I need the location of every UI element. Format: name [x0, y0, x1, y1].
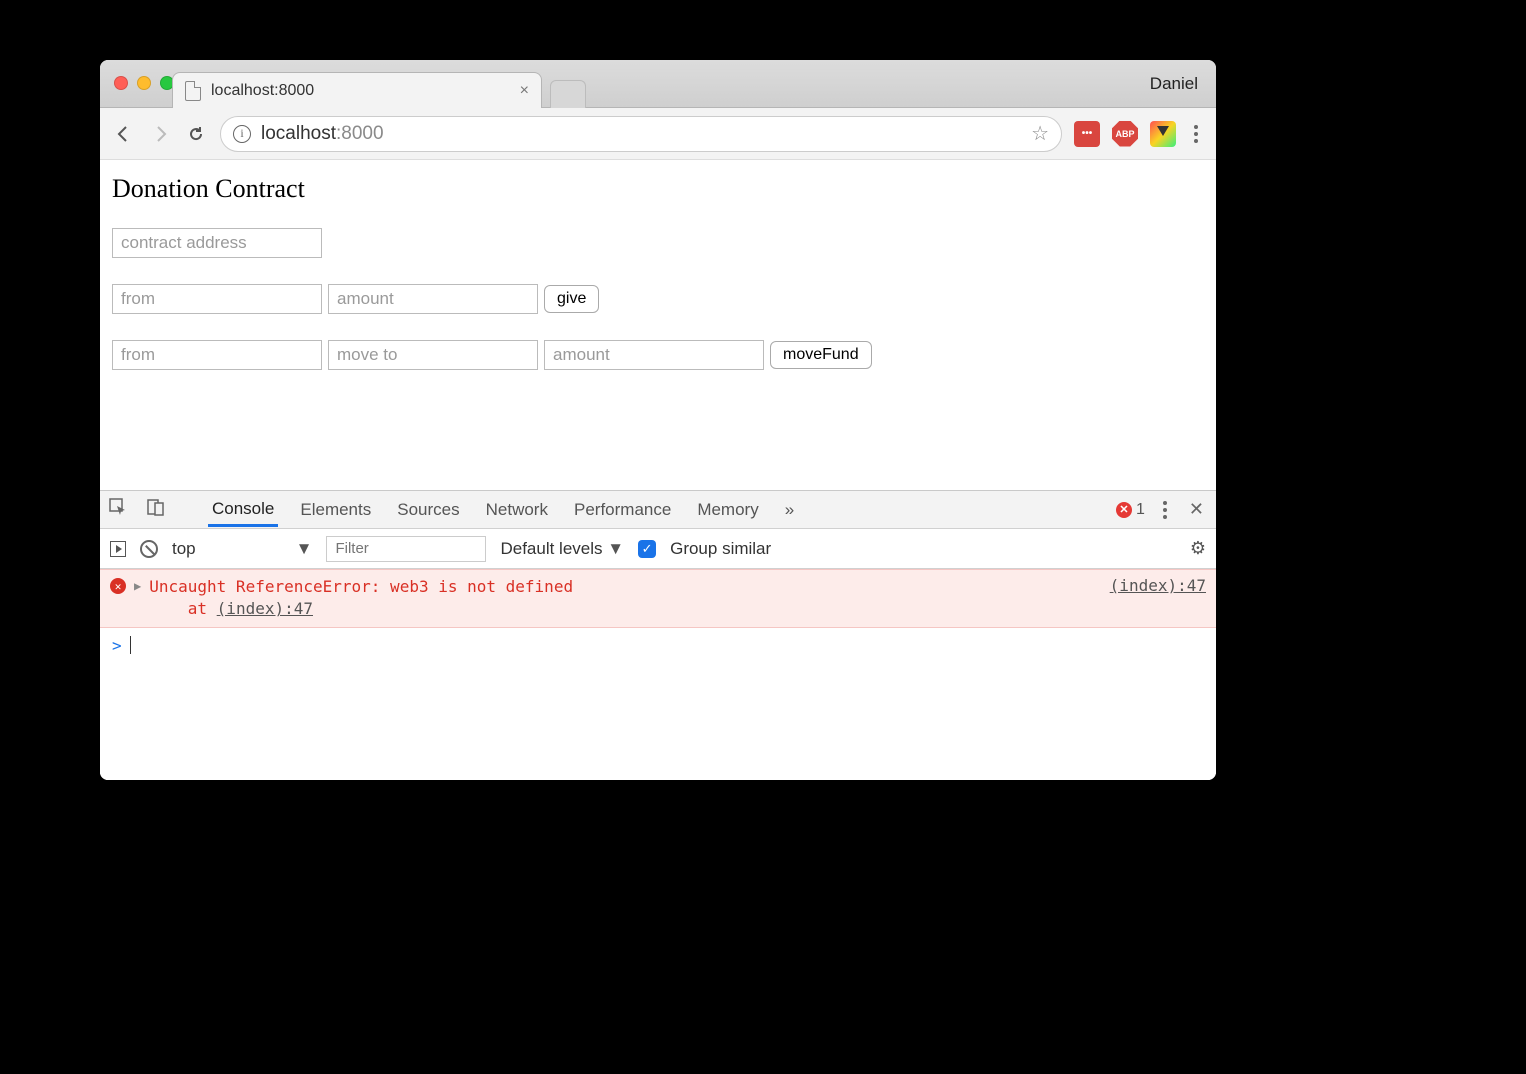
- tab-performance[interactable]: Performance: [570, 494, 675, 526]
- new-tab-button[interactable]: [550, 80, 586, 108]
- error-icon: ✕: [1116, 502, 1132, 518]
- console-filter-input[interactable]: [326, 536, 486, 562]
- contract-address-input[interactable]: [112, 228, 322, 258]
- tab-elements[interactable]: Elements: [296, 494, 375, 526]
- group-similar-label: Group similar: [670, 539, 771, 559]
- forward-button[interactable]: [148, 122, 172, 146]
- devtools-menu-icon[interactable]: [1163, 501, 1167, 519]
- reload-button[interactable]: [184, 122, 208, 146]
- close-window-icon[interactable]: [114, 76, 128, 90]
- error-message: Uncaught ReferenceError: web3 is not def…: [149, 576, 1101, 621]
- browser-menu-icon[interactable]: [1188, 125, 1204, 143]
- browser-toolbar: i localhost:8000 ☆ ••• ABP: [100, 108, 1216, 160]
- group-similar-checkbox[interactable]: ✓: [638, 540, 656, 558]
- back-button[interactable]: [112, 122, 136, 146]
- page-content: Donation Contract give moveFund: [100, 160, 1216, 416]
- move-to-input[interactable]: [328, 340, 538, 370]
- chevron-down-icon: ▼: [607, 539, 624, 558]
- site-info-icon[interactable]: i: [233, 125, 251, 143]
- console-output: ✕ ▶ Uncaught ReferenceError: web3 is not…: [100, 569, 1216, 780]
- give-from-input[interactable]: [112, 284, 322, 314]
- give-row: give: [112, 284, 1204, 314]
- give-amount-input[interactable]: [328, 284, 538, 314]
- console-error-row[interactable]: ✕ ▶ Uncaught ReferenceError: web3 is not…: [100, 569, 1216, 628]
- inspect-element-icon[interactable]: [108, 497, 128, 522]
- tab-network[interactable]: Network: [482, 494, 552, 526]
- console-settings-icon[interactable]: ⚙: [1190, 538, 1206, 559]
- expand-icon[interactable]: ▶: [134, 579, 141, 593]
- extension-download-icon[interactable]: [1150, 121, 1176, 147]
- context-label: top: [172, 539, 196, 559]
- bookmark-star-icon[interactable]: ☆: [1031, 121, 1049, 146]
- profile-name[interactable]: Daniel: [1150, 74, 1198, 94]
- url-text: localhost:8000: [261, 123, 384, 145]
- page-title: Donation Contract: [112, 174, 1204, 204]
- log-levels-selector[interactable]: Default levels ▼: [500, 539, 624, 559]
- chevron-down-icon: ▼: [296, 539, 313, 559]
- give-button[interactable]: give: [544, 285, 599, 313]
- tab-strip: localhost:8000 × Daniel: [100, 60, 1216, 108]
- movefund-button[interactable]: moveFund: [770, 341, 872, 369]
- devtools-close-icon[interactable]: ✕: [1185, 499, 1208, 520]
- tab-close-icon[interactable]: ×: [520, 82, 529, 100]
- browser-window: localhost:8000 × Daniel i localhost:8000…: [100, 60, 1216, 780]
- context-selector[interactable]: top ▼: [172, 539, 312, 559]
- execution-context-icon[interactable]: [110, 541, 126, 557]
- extension-abp-icon[interactable]: ABP: [1112, 121, 1138, 147]
- page-icon: [185, 81, 201, 101]
- text-cursor: [130, 636, 131, 654]
- move-amount-input[interactable]: [544, 340, 764, 370]
- error-icon: ✕: [110, 578, 126, 594]
- prompt-chevron-icon: >: [112, 636, 122, 655]
- error-source-link[interactable]: (index):47: [1110, 576, 1206, 595]
- address-bar[interactable]: i localhost:8000 ☆: [220, 116, 1062, 152]
- contract-address-row: [112, 228, 1204, 258]
- tab-sources[interactable]: Sources: [393, 494, 463, 526]
- window-controls: [114, 76, 174, 90]
- error-count-badge[interactable]: ✕ 1: [1116, 501, 1145, 519]
- movefund-row: moveFund: [112, 340, 1204, 370]
- devtools-tabs: Console Elements Sources Network Perform…: [100, 491, 1216, 529]
- tab-more[interactable]: »: [781, 494, 798, 526]
- error-count: 1: [1136, 501, 1145, 519]
- move-from-input[interactable]: [112, 340, 322, 370]
- toggle-device-icon[interactable]: [146, 497, 166, 522]
- browser-tab[interactable]: localhost:8000 ×: [172, 72, 542, 108]
- console-toolbar: top ▼ Default levels ▼ ✓ Group similar ⚙: [100, 529, 1216, 569]
- tab-memory[interactable]: Memory: [693, 494, 762, 526]
- tab-console[interactable]: Console: [208, 493, 278, 527]
- tab-title: localhost:8000: [211, 82, 314, 100]
- clear-console-icon[interactable]: [140, 540, 158, 558]
- extension-lastpass-icon[interactable]: •••: [1074, 121, 1100, 147]
- devtools-panel: Console Elements Sources Network Perform…: [100, 490, 1216, 780]
- minimize-window-icon[interactable]: [137, 76, 151, 90]
- console-prompt[interactable]: >: [100, 628, 1216, 663]
